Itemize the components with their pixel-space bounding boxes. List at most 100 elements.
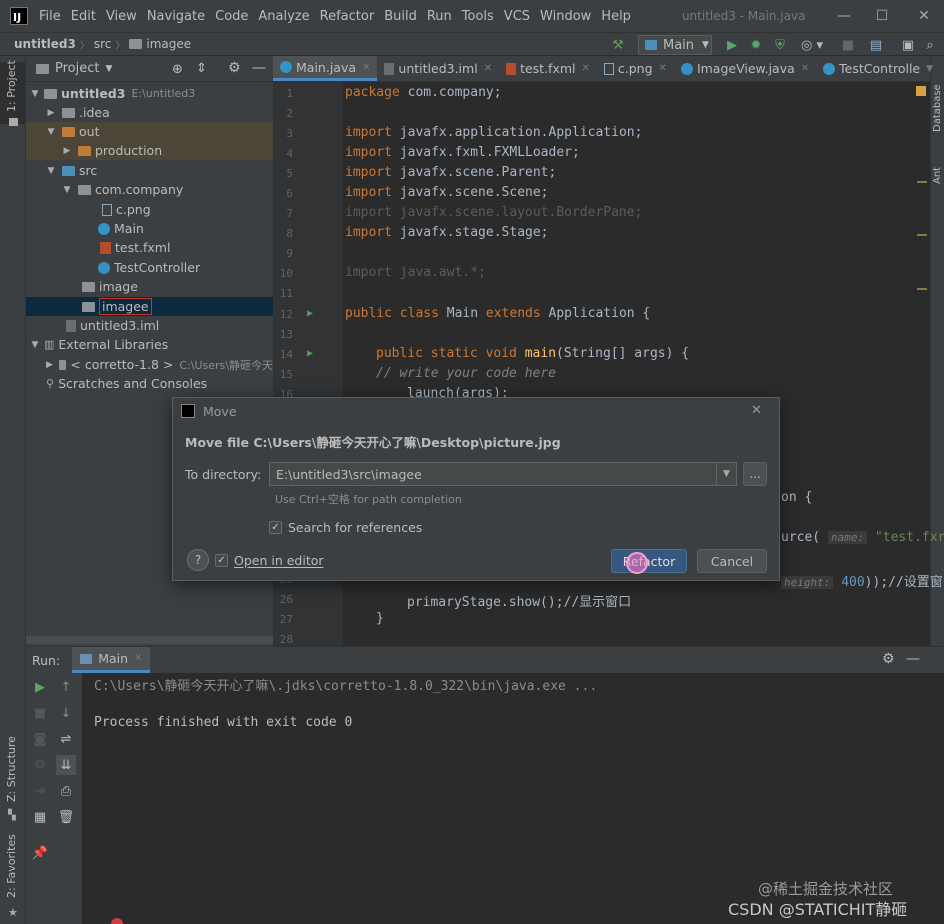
code-line[interactable]: 12 ▶ public class Main extends Application… <box>273 305 930 325</box>
menu-refactor[interactable]: Refactor <box>315 9 380 24</box>
scroll-to-end-icon[interactable]: ⇊ <box>56 755 76 775</box>
tree-item-imagee[interactable]: imagee <box>26 297 273 316</box>
close-icon[interactable]: ✕ <box>362 62 370 73</box>
close-icon[interactable]: ✕ <box>659 63 667 74</box>
open-in-editor-checkbox[interactable]: ✓ <box>215 554 228 567</box>
project-view-select[interactable]: Project <box>55 61 99 76</box>
chevron-down-icon[interactable]: ▼ <box>46 127 56 137</box>
warning-marker[interactable] <box>917 234 927 236</box>
chevron-right-icon[interactable]: ▶ <box>62 146 72 156</box>
down-arrow-icon[interactable]: ↓ <box>56 703 76 723</box>
search-references-checkbox[interactable]: ✓ <box>269 521 282 534</box>
close-icon[interactable]: ✕ <box>801 63 809 74</box>
help-button[interactable]: ? <box>187 549 209 571</box>
tree-item-production[interactable]: ▶ production <box>26 141 273 160</box>
breadcrumb-src[interactable]: src <box>90 37 116 51</box>
coverage-icon[interactable]: ⛨ <box>770 35 790 55</box>
chevron-down-icon[interactable]: ▼ <box>30 340 40 350</box>
tree-item-untitled3-iml[interactable]: untitled3.iml <box>26 316 273 335</box>
code-line[interactable]: 2 <box>273 104 930 124</box>
soft-wrap-icon[interactable]: ⇌ <box>56 729 76 749</box>
run-gutter-icon[interactable]: ▶ <box>307 308 313 319</box>
menu-vcs[interactable]: VCS <box>499 9 535 24</box>
code-line[interactable]: 26 primaryStage.show();//显示窗口 <box>273 590 930 610</box>
tab-main-java[interactable]: Main.java ✕ <box>273 56 378 81</box>
print-icon[interactable]: ⎙ <box>56 781 76 801</box>
search-icon[interactable]: ⌕ <box>920 35 940 55</box>
menu-tools[interactable]: Tools <box>457 9 499 24</box>
chevron-down-icon[interactable]: ▼ <box>105 64 112 74</box>
breadcrumb-imagee[interactable]: imagee <box>142 37 195 51</box>
menu-build[interactable]: Build <box>379 9 422 24</box>
tree-item-test-fxml[interactable]: test.fxml <box>26 238 273 257</box>
tree-item-src[interactable]: ▼ src <box>26 161 273 180</box>
chevron-right-icon[interactable]: ▶ <box>46 108 56 118</box>
tree-item-testcontroller[interactable]: TestController <box>26 258 273 277</box>
tab-imageview-java[interactable]: ImageView.java ✕ <box>674 56 816 81</box>
close-icon[interactable]: ✕ <box>751 403 762 418</box>
hide-panel-icon[interactable]: — <box>252 60 266 76</box>
warning-marker[interactable] <box>917 288 927 290</box>
stop-icon[interactable]: ■ <box>30 703 50 723</box>
open-in-editor-option[interactable]: ✓ Open in editor <box>215 553 324 568</box>
rerun-icon[interactable]: ▶ <box>30 677 50 697</box>
menu-help[interactable]: Help <box>596 9 636 24</box>
chevron-right-icon[interactable]: ▶ <box>46 360 53 370</box>
gear-icon[interactable]: ⚙ <box>228 60 241 76</box>
settings-icon[interactable]: ⚙ <box>30 755 50 775</box>
tab-testcontroller[interactable]: TestControlle ▼ <box>816 56 940 81</box>
tab-c-png[interactable]: c.png ✕ <box>597 56 674 81</box>
tree-item-corretto[interactable]: ▶ < corretto-1.8 > C:\Users\静砸今天 <box>26 355 273 374</box>
code-line[interactable]: 7 import javafx.scene.layout.BorderPane; <box>273 204 930 224</box>
layout-icon[interactable]: ▣ <box>898 35 918 55</box>
ant-tool-label[interactable]: Ant <box>932 167 943 184</box>
build-hammer-icon[interactable]: ⚒ <box>608 35 628 55</box>
tree-item-com-company[interactable]: ▼ com.company <box>26 180 273 199</box>
database-tool-label[interactable]: Database <box>932 84 943 132</box>
close-icon[interactable]: ✕ <box>484 63 492 74</box>
menu-navigate[interactable]: Navigate <box>142 9 210 24</box>
menu-view[interactable]: View <box>101 9 142 24</box>
tree-item-c-png[interactable]: c.png <box>26 200 273 219</box>
code-line[interactable]: 13 <box>273 325 930 345</box>
hide-panel-icon[interactable]: — <box>906 651 920 667</box>
pin-icon[interactable]: 📌 <box>30 843 50 863</box>
tab-test-fxml[interactable]: test.fxml ✕ <box>499 56 597 81</box>
chevron-down-icon[interactable]: ▼ <box>46 166 56 176</box>
cancel-button[interactable]: Cancel <box>697 549 767 573</box>
structure-tool-label[interactable]: Z: Structure <box>5 736 18 802</box>
warning-marker[interactable] <box>917 181 927 183</box>
run-config-select[interactable]: Main ▼ <box>638 35 712 55</box>
code-line[interactable]: 15 // write your code here <box>273 365 930 385</box>
code-line[interactable]: 5 import javafx.scene.Parent; <box>273 164 930 184</box>
maximize-icon[interactable]: ☐ <box>862 0 902 32</box>
favorites-tool-label[interactable]: 2: Favorites <box>5 834 18 898</box>
locate-icon[interactable]: ⊕ <box>172 62 183 77</box>
camera-icon[interactable]: ◙ <box>30 729 50 749</box>
chevron-down-icon[interactable]: ▼ <box>62 185 72 195</box>
minimize-icon[interactable]: — <box>824 0 864 32</box>
trash-icon[interactable]: 🗑 <box>56 807 76 827</box>
close-icon[interactable]: ✕ <box>134 653 142 664</box>
tree-item-main[interactable]: Main <box>26 219 273 238</box>
tree-item-external-libraries[interactable]: ▼ ▥ External Libraries <box>26 335 273 354</box>
tree-item-scratches[interactable]: ⚲ Scratches and Consoles <box>26 374 273 393</box>
breadcrumb-project[interactable]: untitled3 <box>0 37 80 51</box>
code-line[interactable]: 8 import javafx.stage.Stage; <box>273 224 930 244</box>
code-line[interactable]: 14 ▶ public static void main(String[] args… <box>273 345 930 365</box>
tab-run-main[interactable]: Main ✕ <box>72 647 151 673</box>
menu-edit[interactable]: Edit <box>66 9 101 24</box>
to-directory-combobox[interactable]: E:\untitled3\src\imagee ▼ <box>269 462 737 486</box>
code-line[interactable]: 6 import javafx.scene.Scene; <box>273 184 930 204</box>
chevron-down-icon[interactable]: ▼ <box>30 89 40 99</box>
tabs-overflow-icon[interactable]: ▼ <box>926 64 933 74</box>
code-line[interactable]: 27} <box>273 610 930 630</box>
code-line[interactable]: 11 <box>273 284 930 304</box>
code-line[interactable]: 1 package com.company; <box>273 84 930 104</box>
menu-window[interactable]: Window <box>535 9 596 24</box>
gear-icon[interactable]: ⚙ <box>882 651 895 667</box>
horizontal-scrollbar[interactable] <box>26 636 273 644</box>
code-line[interactable]: 10 import java.awt.*; <box>273 264 930 284</box>
exit-icon[interactable]: ⇥ <box>30 781 50 801</box>
menu-file[interactable]: File <box>34 9 66 24</box>
